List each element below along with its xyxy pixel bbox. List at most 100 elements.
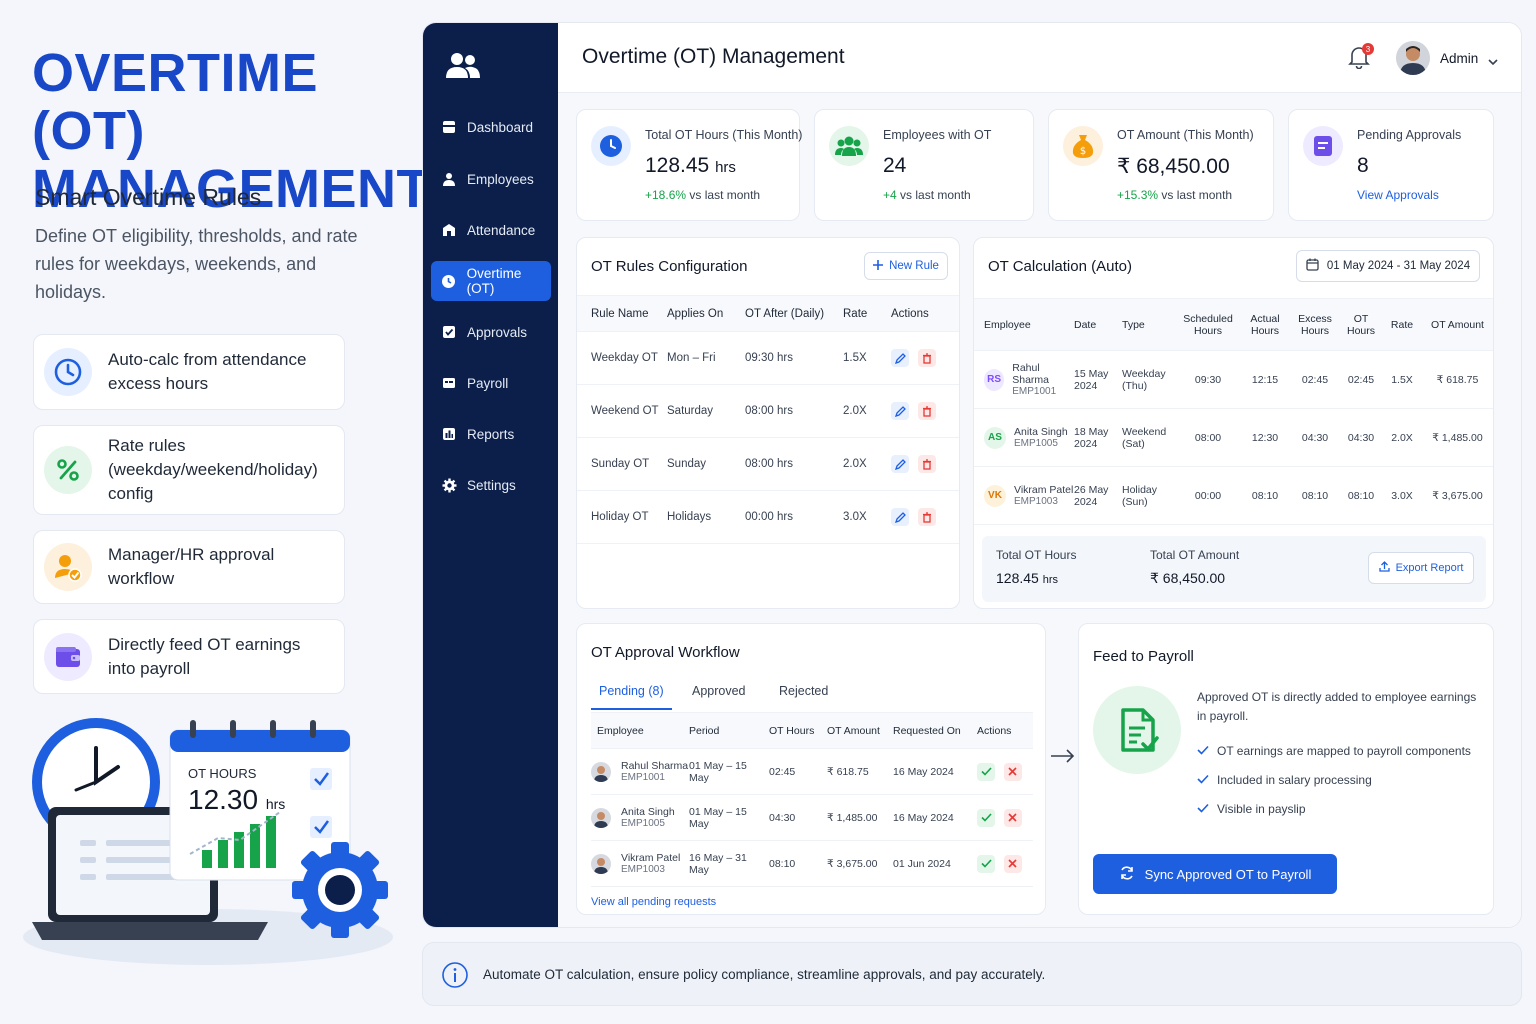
tab-rejected[interactable]: Rejected <box>779 684 828 710</box>
rule-rate: 3.0X <box>843 490 891 544</box>
column-header: Actual Hours <box>1240 298 1290 351</box>
payroll-icon <box>441 375 457 391</box>
card-title: OT Approval Workflow <box>591 644 740 661</box>
feature-text: Auto-calc from attendance excess hours <box>108 350 307 393</box>
table-row: Weekday OT Mon – Fri 09:30 hrs 1.5X <box>577 331 959 385</box>
period-cell: 01 May – 15 May <box>689 748 769 795</box>
chevron-down-icon[interactable] <box>1488 53 1498 71</box>
check-icon <box>1197 773 1209 787</box>
approve-icon[interactable] <box>977 808 995 827</box>
approve-icon[interactable] <box>977 762 995 781</box>
payroll-check-item: Visible in payslip <box>1197 802 1306 816</box>
total-hours-label: Total OT Hours <box>996 548 1077 562</box>
type-cell: Weekday (Thu) <box>1122 350 1176 409</box>
edit-icon[interactable] <box>891 508 909 526</box>
sidebar: Dashboard Employees Attendance Overtime … <box>423 23 558 927</box>
stat-card-employees: Employees with OT 24 +4 vs last month <box>814 109 1034 221</box>
employee-cell: Anita Singh EMP1005 <box>591 794 689 841</box>
edit-icon[interactable] <box>891 402 909 420</box>
payroll-description: Approved OT is directly added to employe… <box>1197 690 1477 723</box>
page-title: Overtime (OT) Management <box>582 45 845 68</box>
sync-icon <box>1119 865 1135 884</box>
promo-subtitle: Smart Overtime Rules <box>35 184 262 210</box>
trash-icon[interactable] <box>918 455 937 473</box>
tab-approved[interactable]: Approved <box>692 684 746 710</box>
sidebar-item-dashboard[interactable]: Dashboard <box>431 107 551 147</box>
sidebar-item-reports[interactable]: Reports <box>431 414 551 454</box>
sidebar-item-employees[interactable]: Employees <box>431 159 551 199</box>
feature-auto-calc: Auto-calc from attendance excess hours <box>33 334 345 410</box>
avatar <box>591 853 611 874</box>
date-cell: 18 May 2024 <box>1074 408 1122 467</box>
reject-icon[interactable] <box>1003 762 1022 781</box>
trash-icon[interactable] <box>918 508 937 526</box>
date-range-picker[interactable]: 01 May 2024 - 31 May 2024 <box>1296 250 1480 282</box>
clock-icon <box>44 348 92 396</box>
payroll-check-item: Included in salary processing <box>1197 773 1372 787</box>
edit-icon[interactable] <box>891 455 909 473</box>
check-square-icon <box>441 324 457 340</box>
rule-applies: Holidays <box>667 490 745 544</box>
sidebar-item-payroll[interactable]: Payroll <box>431 363 551 403</box>
reject-icon[interactable] <box>1003 854 1022 873</box>
view-all-pending-link[interactable]: View all pending requests <box>591 896 716 908</box>
amount-cell: ₹ 618.75 <box>827 748 893 795</box>
date-range-text: 01 May 2024 - 31 May 2024 <box>1326 260 1471 272</box>
payroll-document-icon <box>1093 686 1181 774</box>
avatar <box>591 761 611 782</box>
export-report-button[interactable]: Export Report <box>1368 552 1474 584</box>
feature-rate-rules: Rate rules (weekday/weekend/holiday) con… <box>33 425 345 515</box>
employee-cell: Rahul Sharma EMP1001 <box>591 748 689 795</box>
employee-initials: AS <box>984 426 1006 449</box>
stat-value: 128.45 hrs <box>645 154 736 177</box>
table-row: RS Rahul Sharma EMP1001 15 May 2024 Weekda… <box>974 350 1493 409</box>
sidebar-item-attendance[interactable]: Attendance <box>431 210 551 250</box>
feature-text: Directly feed OT earnings into payroll <box>108 634 301 678</box>
column-header: Date <box>1074 298 1122 351</box>
tab-pending[interactable]: Pending (8) <box>591 684 672 710</box>
employee-cell: Vikram Patel EMP1003 <box>591 840 689 887</box>
row-actions <box>891 384 959 438</box>
view-approvals-link[interactable]: View Approvals <box>1357 188 1439 202</box>
main-content: Overtime (OT) Management 3 Admin Total O… <box>558 23 1521 927</box>
scheduled-cell: 08:00 <box>1176 408 1240 467</box>
new-rule-label: New Rule <box>889 260 939 272</box>
sidebar-item-label: Settings <box>467 477 516 493</box>
sidebar-item-settings[interactable]: Settings <box>431 465 551 505</box>
employee-id: EMP1001 <box>621 772 665 783</box>
reject-icon[interactable] <box>1003 808 1022 827</box>
sync-payroll-label: Sync Approved OT to Payroll <box>1144 866 1312 882</box>
stat-label: Employees with OT <box>883 128 992 142</box>
requested-cell: 16 May 2024 <box>893 794 977 841</box>
rule-name: Weekend OT <box>577 384 667 438</box>
sync-payroll-button[interactable]: Sync Approved OT to Payroll <box>1093 854 1337 894</box>
ot-hours-cell: 08:10 <box>1340 466 1382 525</box>
actual-cell: 12:15 <box>1240 350 1290 409</box>
column-header: Employee <box>974 298 1074 351</box>
rule-applies: Sunday <box>667 437 745 491</box>
column-header: OT Amount <box>827 712 893 749</box>
table-row: Anita Singh EMP1005 01 May – 15 May 04:30… <box>591 794 1033 841</box>
employee-cell: RS Rahul Sharma EMP1001 <box>974 350 1074 409</box>
avatar[interactable] <box>1396 41 1430 75</box>
trash-icon[interactable] <box>918 349 937 367</box>
row-actions <box>977 748 1033 795</box>
employee-cell: AS Anita Singh EMP1005 <box>974 408 1074 467</box>
sidebar-item-overtime[interactable]: Overtime (OT) <box>431 261 551 301</box>
new-rule-button[interactable]: New Rule <box>864 252 948 280</box>
column-header: Actions <box>977 712 1033 749</box>
row-actions <box>977 840 1033 887</box>
requested-cell: 16 May 2024 <box>893 748 977 795</box>
rate-cell: 2.0X <box>1382 408 1422 467</box>
period-cell: 01 May – 15 May <box>689 794 769 841</box>
wallet-icon <box>44 632 92 681</box>
sidebar-item-approvals[interactable]: Approvals <box>431 312 551 352</box>
info-banner-text: Automate OT calculation, ensure policy c… <box>483 967 1046 982</box>
user-name[interactable]: Admin <box>1440 51 1478 66</box>
edit-icon[interactable] <box>891 349 909 367</box>
approve-icon[interactable] <box>977 854 995 873</box>
clock-icon <box>591 126 631 166</box>
column-header: Excess Hours <box>1290 298 1340 351</box>
sidebar-item-label: Attendance <box>467 222 536 238</box>
trash-icon[interactable] <box>918 402 937 420</box>
